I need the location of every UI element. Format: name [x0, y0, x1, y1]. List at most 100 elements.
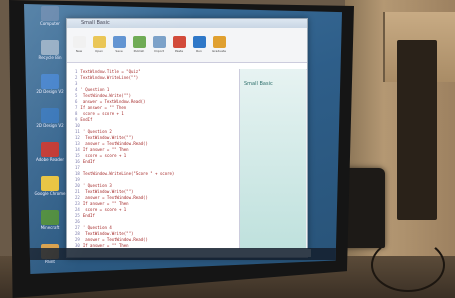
code-text: TextWindow.Write("") — [80, 93, 131, 98]
code-text: EndIf — [82, 159, 95, 164]
desktop-icon-label: 2D Design V2 — [36, 123, 64, 128]
desktop-icon-label: Minecraft — [40, 225, 60, 230]
code-text: answer = TextWindow.Read() — [80, 99, 146, 104]
toolbar-button-label: Open — [94, 49, 103, 53]
screen: Computer Recycle Bin 2D Design V2 2D Design… — [24, 4, 342, 274]
line-number: 11 — [75, 129, 80, 134]
desktop-icon[interactable]: Google Chrome — [32, 176, 68, 207]
desktop-icon[interactable]: Recycle Bin — [32, 40, 68, 71]
line-number: 22 — [75, 195, 80, 200]
window-title: Small Basic — [67, 19, 307, 28]
line-number: 24 — [75, 207, 80, 212]
desktop-icons: Computer Recycle Bin 2D Design V2 2D Design… — [32, 6, 70, 274]
line-number: 27 — [75, 225, 80, 230]
line-number: 19 — [75, 177, 80, 182]
code-text: ' Question 1 — [80, 87, 110, 92]
computer-icon — [41, 6, 59, 21]
toolbar-button[interactable]: Publish — [131, 36, 147, 54]
import-icon — [152, 36, 166, 48]
toolbar-button[interactable]: Paste — [171, 36, 187, 54]
line-number: 12 — [75, 135, 80, 140]
line-number: 15 — [75, 153, 80, 158]
minecraft-icon — [41, 210, 59, 225]
line-number: 1 — [75, 69, 78, 74]
toolbar-button-label: Paste — [174, 49, 184, 53]
line-number: 8 — [75, 111, 78, 116]
toolbar-button-label: Graduate — [211, 49, 227, 53]
line-number: 26 — [75, 219, 80, 224]
code-text: score = score + 1 — [80, 111, 124, 116]
line-number: 3 — [75, 81, 78, 86]
line-number: 28 — [75, 231, 80, 236]
desktop-icon-label: Recycle Bin — [38, 55, 62, 60]
line-number: 10 — [75, 123, 80, 128]
line-number: 13 — [75, 141, 80, 146]
desktop-icon[interactable]: 2D Design V2 — [32, 108, 68, 139]
code-text: answer = TextWindow.Read() — [82, 237, 148, 242]
line-number: 21 — [75, 189, 80, 194]
folder-icon — [92, 36, 106, 48]
new-file-icon — [72, 36, 86, 48]
line-number: 2 — [75, 75, 78, 80]
line-number: 5 — [75, 93, 78, 98]
code-text: TextWindow.WriteLine("") — [80, 75, 139, 80]
toolbar-button[interactable]: Save — [111, 36, 127, 54]
code-text: If answer = "" Then — [82, 147, 129, 152]
design-icon — [41, 108, 59, 123]
code-text: ' Question 2 — [82, 129, 112, 134]
code-text: ' Question 4 — [82, 225, 112, 230]
toolbar-button-label: Publish — [133, 49, 145, 53]
recycle-bin-icon — [41, 40, 59, 55]
desktop-icon[interactable]: Computer — [32, 6, 68, 37]
toolbar-button[interactable]: Run — [191, 36, 207, 54]
desktop-icon[interactable]: Minecraft — [32, 210, 68, 241]
line-number: 20 — [75, 183, 80, 188]
line-number: 25 — [75, 213, 80, 218]
toolbar-button[interactable]: Import — [151, 36, 167, 54]
line-number: 16 — [75, 159, 80, 164]
toolbar-button[interactable]: Open — [91, 36, 107, 54]
code-text: EndIf — [82, 213, 95, 218]
code-text: If answer = "" Then — [82, 201, 129, 206]
code-text: answer = TextWindow.Read() — [82, 195, 148, 200]
help-title: Small Basic — [244, 81, 273, 87]
desktop-icon-label: Adobe Reader — [35, 157, 65, 162]
save-icon — [112, 36, 126, 48]
line-number: 9 — [75, 117, 78, 122]
toolbar-button[interactable]: New — [71, 36, 87, 54]
chrome-icon — [41, 176, 59, 191]
desktop-icon-label: Computer — [40, 21, 60, 26]
toolbar-button[interactable]: Graduate — [211, 36, 227, 54]
toolbar-button-label: Run — [196, 49, 202, 53]
code-text: TextWindow.Write("") — [82, 231, 134, 236]
toolbar-button-label: Save — [115, 49, 123, 53]
toolbar-button-label: New — [75, 49, 83, 53]
monitor: Computer Recycle Bin 2D Design V2 2D Design… — [9, 0, 354, 298]
run-icon — [192, 36, 206, 48]
editor-window[interactable]: Small Basic New Open Save Publish Import Past… — [66, 18, 311, 258]
paste-icon — [172, 36, 186, 48]
code-text: score = score + 1 — [82, 153, 127, 158]
help-pane: Small Basic — [240, 69, 306, 249]
code-text: EndIf — [80, 117, 93, 122]
line-number: 29 — [75, 237, 80, 242]
desktop-icon[interactable]: Adobe Reader — [32, 142, 68, 173]
code-text: TextWindow.Write("") — [82, 135, 134, 140]
line-number: 23 — [75, 201, 80, 206]
code-text: score = score + 1 — [82, 207, 127, 212]
code-editor[interactable]: 1 TextWindow.Title = "Quiz" 2 TextWindow.Wr… — [67, 69, 240, 249]
graduate-icon — [212, 36, 226, 48]
publish-icon — [132, 36, 146, 48]
code-text: TextWindow.WriteLine("Score " + score) — [82, 171, 175, 176]
code-text: If answer = "" Then — [80, 105, 127, 110]
pdf-icon — [41, 142, 59, 157]
desktop-icon[interactable]: 2D Design V2 — [32, 74, 68, 105]
code-text: answer = TextWindow.Read() — [82, 141, 148, 146]
line-number: 7 — [75, 105, 78, 110]
line-number: 14 — [75, 147, 80, 152]
desktop-icon-label: Google Chrome — [34, 191, 66, 196]
desktop-icon-label: 2D Design V2 — [36, 89, 64, 94]
line-number: 4 — [75, 87, 78, 92]
design-icon — [41, 74, 59, 89]
line-number: 18 — [75, 171, 80, 176]
